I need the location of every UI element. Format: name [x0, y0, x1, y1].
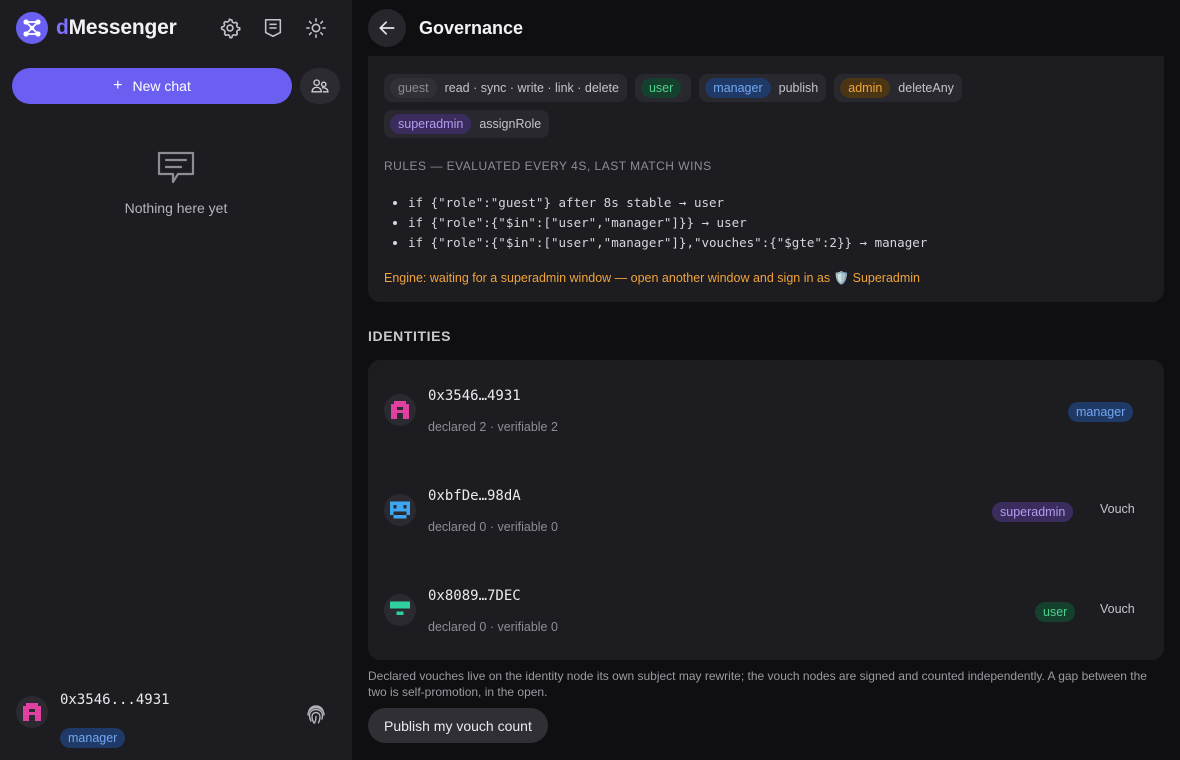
- rule-item: if {"role":{"$in":["user","manager"]},"v…: [408, 233, 927, 253]
- avatar[interactable]: [16, 696, 48, 728]
- fingerprint-icon[interactable]: [304, 702, 328, 726]
- permission-user: user: [634, 74, 692, 102]
- identicon-icon: [390, 601, 410, 615]
- permission-admin: admin deleteAny: [834, 74, 962, 102]
- avatar[interactable]: [384, 594, 416, 626]
- identicon-icon: [23, 703, 41, 721]
- vouch-footnote: Declared vouches live on the identity no…: [368, 669, 1147, 699]
- role-badge: user: [640, 78, 682, 98]
- vouch-button[interactable]: Vouch: [1100, 602, 1135, 616]
- role-badge: guest: [390, 78, 437, 98]
- chat-bubble-icon: [157, 151, 195, 184]
- document-icon[interactable]: [259, 14, 287, 42]
- identities-card: 0x3546…4931 declared 2 · verifiable 2 ma…: [368, 360, 1164, 660]
- avatar[interactable]: [384, 494, 416, 526]
- permission-manager: manager publish: [699, 74, 827, 102]
- empty-text: Nothing here yet: [124, 200, 228, 216]
- permission-actions: publish: [778, 81, 819, 95]
- permissions-row: superadmin assignRole: [384, 110, 550, 138]
- identity-address: 0x8089…7DEC: [428, 588, 521, 604]
- users-icon: [311, 79, 329, 93]
- brand: dMessenger: [16, 12, 177, 44]
- sidebar: dMessenger + New chat Nothing here yet 0…: [0, 0, 352, 760]
- permission-guest: guest read · sync · write · link · delet…: [384, 74, 627, 102]
- identity-row: 0x3546…4931 declared 2 · verifiable 2 ma…: [368, 360, 1164, 460]
- engine-status: Engine: waiting for a superadmin window …: [384, 271, 921, 285]
- current-user: 0x3546...4931 manager: [16, 690, 336, 750]
- sun-icon[interactable]: [302, 14, 330, 42]
- rule-item: if {"role":"guest"} after 8s stable → us…: [408, 193, 927, 213]
- rules-label: RULES — EVALUATED EVERY 4S, LAST MATCH W…: [384, 159, 712, 173]
- gear-icon[interactable]: [216, 14, 244, 42]
- contacts-button[interactable]: [300, 68, 340, 104]
- permission-superadmin: superadmin assignRole: [384, 110, 550, 138]
- permission-actions: assignRole: [479, 117, 542, 131]
- role-badge: manager: [1068, 402, 1134, 422]
- page-title: Governance: [419, 18, 524, 38]
- new-chat-button[interactable]: + New chat: [12, 68, 292, 104]
- governance-card: guest read · sync · write · link · delet…: [368, 56, 1164, 302]
- arrow-left-icon: [379, 21, 395, 35]
- rules-list: if {"role":"guest"} after 8s stable → us…: [408, 193, 927, 253]
- role-badge: user: [1035, 602, 1076, 622]
- publish-vouch-button[interactable]: Publish my vouch count: [368, 708, 548, 743]
- empty-state: Nothing here yet: [0, 150, 352, 216]
- identity-row: 0xbfDe…98dA declared 0 · verifiable 0 su…: [368, 460, 1164, 560]
- new-chat-label: New chat: [132, 78, 191, 94]
- identity-meta: declared 0 · verifiable 0: [428, 620, 558, 634]
- identicon-icon: [390, 501, 410, 519]
- plus-icon: +: [113, 77, 123, 94]
- permissions-row: guest read · sync · write · link · delet…: [384, 74, 962, 102]
- brand-name: dMessenger: [56, 16, 177, 39]
- permission-actions: deleteAny: [898, 81, 954, 95]
- role-badge: superadmin: [390, 114, 472, 134]
- role-badge: manager: [705, 78, 771, 98]
- role-badge: manager: [60, 728, 126, 748]
- identity-meta: declared 2 · verifiable 2: [428, 420, 558, 434]
- identity-meta: declared 0 · verifiable 0: [428, 520, 558, 534]
- role-badge: admin: [840, 78, 891, 98]
- identicon-icon: [391, 401, 409, 419]
- back-button[interactable]: [368, 9, 406, 47]
- header: Governance: [352, 0, 1180, 56]
- main-panel: Governance guest read · sync · write · l…: [352, 0, 1180, 760]
- current-user-address: 0x3546...4931: [60, 692, 170, 708]
- network-logo-icon: [16, 12, 48, 44]
- identity-address: 0x3546…4931: [428, 388, 521, 404]
- avatar[interactable]: [384, 394, 416, 426]
- permission-actions: read · sync · write · link · delete: [444, 81, 619, 95]
- vouch-button[interactable]: Vouch: [1100, 502, 1135, 516]
- identity-row: 0x8089…7DEC declared 0 · verifiable 0 us…: [368, 560, 1164, 660]
- role-badge: superadmin: [992, 502, 1074, 522]
- identity-address: 0xbfDe…98dA: [428, 488, 521, 504]
- rule-item: if {"role":{"$in":["user","manager"]}} →…: [408, 213, 927, 233]
- identities-title: IDENTITIES: [368, 328, 452, 344]
